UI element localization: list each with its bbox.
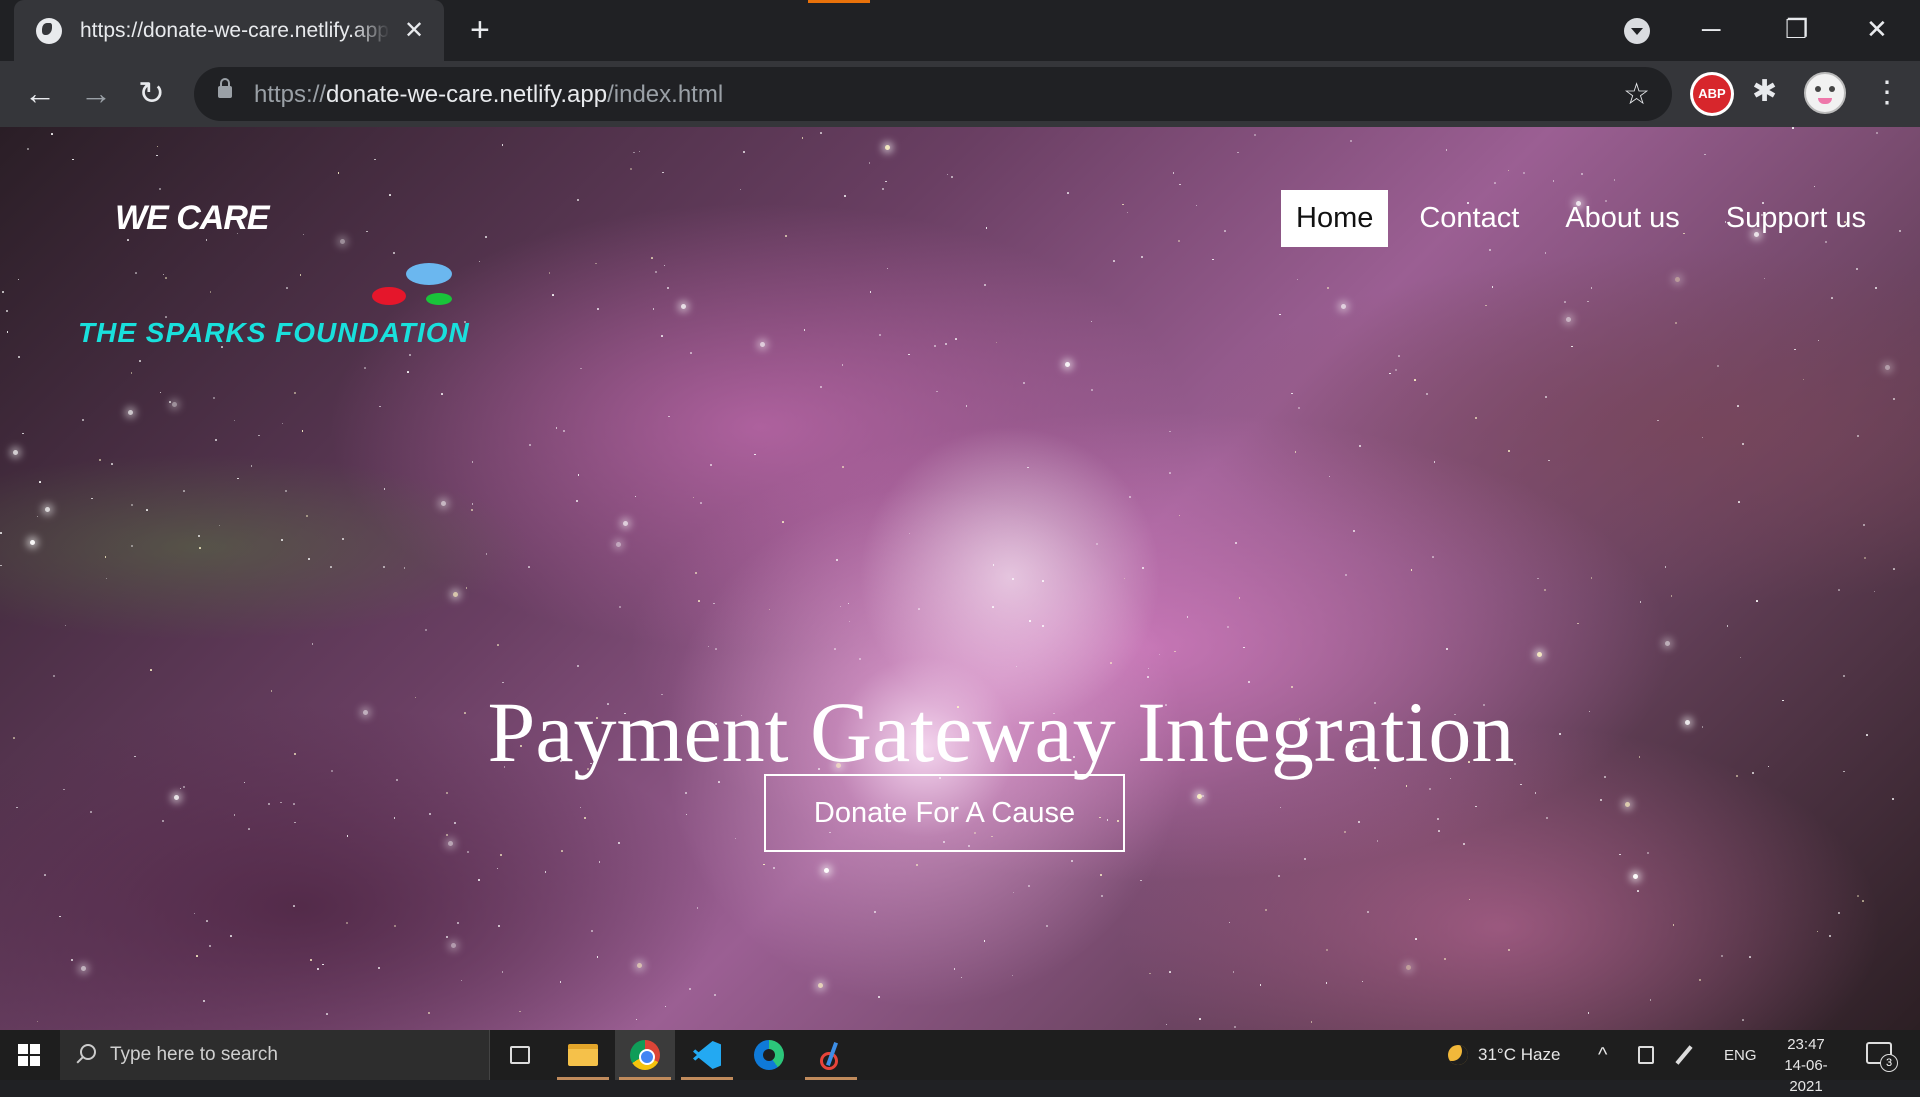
network-icon[interactable]	[1638, 1030, 1654, 1080]
reload-button[interactable]: ↻	[138, 75, 165, 111]
file-explorer-icon[interactable]	[553, 1030, 613, 1080]
logo-green-dot	[426, 293, 452, 305]
nav-home[interactable]: Home	[1281, 190, 1389, 247]
edge-taskbar-icon[interactable]	[739, 1030, 799, 1080]
site-brand[interactable]: WE CARE	[115, 199, 270, 238]
moon-icon	[1448, 1045, 1468, 1065]
pen-icon[interactable]	[1675, 1030, 1693, 1080]
donate-button[interactable]: Donate For A Cause	[764, 774, 1125, 852]
nav-contact[interactable]: Contact	[1404, 190, 1534, 247]
globe-icon	[36, 17, 62, 44]
adblock-plus-icon[interactable]: ABP	[1690, 72, 1734, 116]
abp-label: ABP	[1693, 75, 1731, 113]
taskbar-search-placeholder: Type here to search	[110, 1044, 278, 1065]
notification-count-badge: 3	[1880, 1054, 1898, 1072]
logo-blue-dot	[406, 263, 452, 285]
weather-text: 31°C Haze	[1478, 1045, 1561, 1064]
snip-sketch-taskbar-icon[interactable]	[801, 1030, 861, 1080]
starfield-background	[0, 127, 1920, 1030]
forward-button[interactable]: →	[80, 75, 112, 111]
browser-tab[interactable]: https://donate-we-care.netlify.app/index…	[14, 0, 444, 61]
vscode-taskbar-icon[interactable]	[677, 1030, 737, 1080]
sparks-foundation-logo	[372, 263, 452, 313]
browser-toolbar: ← → ↻ https://donate-we-care.netlify.app…	[0, 61, 1920, 127]
site-nav: Home Contact About us Support us	[1265, 190, 1881, 247]
tab-title: https://donate-we-care.netlify.app/index…	[80, 18, 390, 42]
hero-title: Payment Gateway Integration	[487, 684, 1515, 780]
tab-close-icon[interactable]: ✕	[404, 18, 424, 43]
bookmark-star-icon[interactable]: ☆	[1623, 77, 1650, 112]
search-icon	[80, 1044, 96, 1060]
clock-date: 14-06-2021	[1784, 1057, 1828, 1095]
back-button[interactable]: ←	[24, 75, 56, 111]
taskbar-search-box[interactable]: Type here to search	[60, 1030, 490, 1080]
url-scheme: https://	[254, 81, 327, 108]
clock-time: 23:47	[1787, 1036, 1825, 1053]
new-tab-button[interactable]: +	[470, 12, 490, 48]
task-view-icon[interactable]	[490, 1030, 550, 1080]
nav-about-us[interactable]: About us	[1550, 190, 1694, 247]
media-indicator	[808, 0, 870, 3]
minimize-button[interactable]: ─	[1702, 14, 1720, 44]
url-host: donate-we-care.netlify.app	[326, 81, 608, 108]
nav-support-us[interactable]: Support us	[1711, 190, 1881, 247]
language-indicator[interactable]: ENG	[1724, 1030, 1757, 1080]
profile-avatar[interactable]	[1804, 72, 1846, 114]
weather-widget[interactable]: 31°C Haze	[1448, 1030, 1560, 1080]
url-text[interactable]: https://donate-we-care.netlify.app/index…	[254, 81, 723, 109]
lock-icon[interactable]	[218, 78, 232, 98]
restore-button[interactable]: ❐	[1785, 14, 1808, 44]
sparks-foundation-text: THE SPARKS FOUNDATION	[78, 317, 470, 348]
tab-search-icon[interactable]	[1624, 18, 1650, 44]
logo-red-dot	[372, 287, 406, 305]
windows-taskbar: Type here to search 31°C Haze ^ ENG 23:4…	[0, 1030, 1920, 1095]
windows-start-icon[interactable]	[18, 1044, 40, 1066]
browser-menu-icon[interactable]: ⋮	[1872, 75, 1902, 111]
url-path: /index.html	[607, 81, 724, 108]
close-window-button[interactable]: ✕	[1866, 14, 1888, 44]
address-bar[interactable]: https://donate-we-care.netlify.app/index…	[194, 67, 1672, 121]
tray-overflow-chevron-icon[interactable]: ^	[1598, 1030, 1607, 1080]
chrome-taskbar-icon[interactable]	[615, 1030, 675, 1080]
clock[interactable]: 23:47 14-06-2021	[1768, 1034, 1844, 1097]
tab-strip: https://donate-we-care.netlify.app/index…	[0, 0, 1920, 61]
page-viewport: WE CARE THE SPARKS FOUNDATION Home Conta…	[0, 127, 1920, 1030]
extensions-puzzle-icon[interactable]: ✱	[1752, 74, 1777, 109]
